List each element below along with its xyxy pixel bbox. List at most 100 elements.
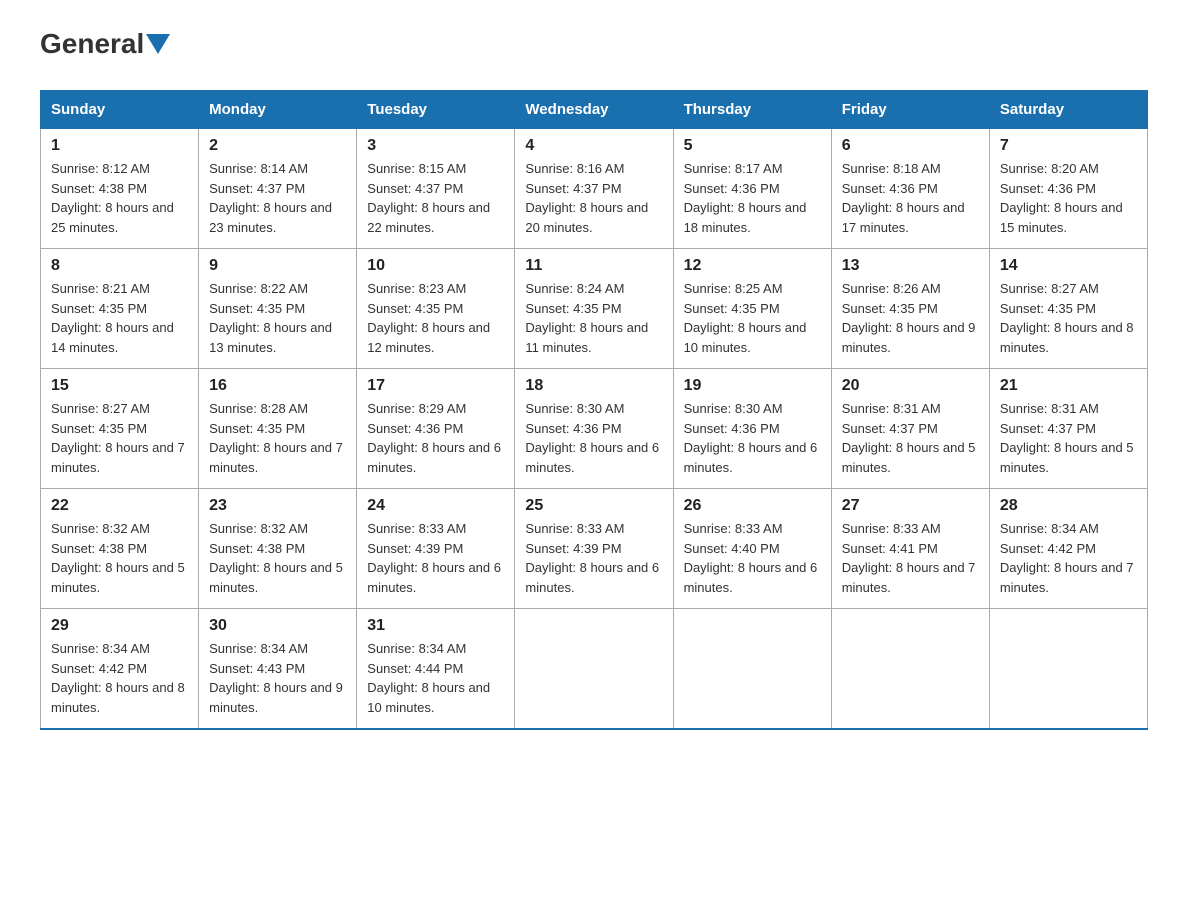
day-number: 19 xyxy=(684,377,821,395)
day-info: Sunrise: 8:27 AMSunset: 4:35 PMDaylight:… xyxy=(51,399,188,477)
col-saturday: Saturday xyxy=(989,91,1147,129)
day-number: 27 xyxy=(842,497,979,515)
day-number: 23 xyxy=(209,497,346,515)
calendar-cell: 8 Sunrise: 8:21 AMSunset: 4:35 PMDayligh… xyxy=(41,249,199,369)
day-number: 20 xyxy=(842,377,979,395)
calendar-week-4: 22 Sunrise: 8:32 AMSunset: 4:38 PMDaylig… xyxy=(41,489,1148,609)
day-info: Sunrise: 8:33 AMSunset: 4:39 PMDaylight:… xyxy=(525,519,662,597)
calendar-cell: 17 Sunrise: 8:29 AMSunset: 4:36 PMDaylig… xyxy=(357,369,515,489)
day-number: 17 xyxy=(367,377,504,395)
col-sunday: Sunday xyxy=(41,91,199,129)
calendar-cell: 19 Sunrise: 8:30 AMSunset: 4:36 PMDaylig… xyxy=(673,369,831,489)
day-info: Sunrise: 8:34 AMSunset: 4:42 PMDaylight:… xyxy=(51,639,188,717)
calendar-cell: 13 Sunrise: 8:26 AMSunset: 4:35 PMDaylig… xyxy=(831,249,989,369)
day-number: 9 xyxy=(209,257,346,275)
day-info: Sunrise: 8:29 AMSunset: 4:36 PMDaylight:… xyxy=(367,399,504,477)
calendar-week-1: 1 Sunrise: 8:12 AMSunset: 4:38 PMDayligh… xyxy=(41,129,1148,249)
calendar-cell: 29 Sunrise: 8:34 AMSunset: 4:42 PMDaylig… xyxy=(41,609,199,729)
day-number: 15 xyxy=(51,377,188,395)
calendar-cell: 9 Sunrise: 8:22 AMSunset: 4:35 PMDayligh… xyxy=(199,249,357,369)
calendar-cell: 30 Sunrise: 8:34 AMSunset: 4:43 PMDaylig… xyxy=(199,609,357,729)
day-number: 8 xyxy=(51,257,188,275)
day-info: Sunrise: 8:32 AMSunset: 4:38 PMDaylight:… xyxy=(209,519,346,597)
day-number: 28 xyxy=(1000,497,1137,515)
day-info: Sunrise: 8:20 AMSunset: 4:36 PMDaylight:… xyxy=(1000,159,1137,237)
calendar-cell: 11 Sunrise: 8:24 AMSunset: 4:35 PMDaylig… xyxy=(515,249,673,369)
calendar-cell xyxy=(673,609,831,729)
day-number: 22 xyxy=(51,497,188,515)
calendar-cell: 6 Sunrise: 8:18 AMSunset: 4:36 PMDayligh… xyxy=(831,129,989,249)
day-number: 16 xyxy=(209,377,346,395)
day-number: 18 xyxy=(525,377,662,395)
day-info: Sunrise: 8:33 AMSunset: 4:41 PMDaylight:… xyxy=(842,519,979,597)
day-number: 14 xyxy=(1000,257,1137,275)
calendar-cell: 4 Sunrise: 8:16 AMSunset: 4:37 PMDayligh… xyxy=(515,129,673,249)
day-number: 29 xyxy=(51,617,188,635)
calendar-week-5: 29 Sunrise: 8:34 AMSunset: 4:42 PMDaylig… xyxy=(41,609,1148,729)
calendar-cell xyxy=(515,609,673,729)
calendar-cell: 1 Sunrise: 8:12 AMSunset: 4:38 PMDayligh… xyxy=(41,129,199,249)
calendar-cell: 28 Sunrise: 8:34 AMSunset: 4:42 PMDaylig… xyxy=(989,489,1147,609)
day-info: Sunrise: 8:34 AMSunset: 4:43 PMDaylight:… xyxy=(209,639,346,717)
day-number: 31 xyxy=(367,617,504,635)
calendar-cell: 5 Sunrise: 8:17 AMSunset: 4:36 PMDayligh… xyxy=(673,129,831,249)
day-info: Sunrise: 8:17 AMSunset: 4:36 PMDaylight:… xyxy=(684,159,821,237)
calendar-cell: 31 Sunrise: 8:34 AMSunset: 4:44 PMDaylig… xyxy=(357,609,515,729)
calendar-cell: 26 Sunrise: 8:33 AMSunset: 4:40 PMDaylig… xyxy=(673,489,831,609)
day-info: Sunrise: 8:30 AMSunset: 4:36 PMDaylight:… xyxy=(525,399,662,477)
calendar-cell: 25 Sunrise: 8:33 AMSunset: 4:39 PMDaylig… xyxy=(515,489,673,609)
day-number: 13 xyxy=(842,257,979,275)
calendar-cell: 27 Sunrise: 8:33 AMSunset: 4:41 PMDaylig… xyxy=(831,489,989,609)
day-info: Sunrise: 8:25 AMSunset: 4:35 PMDaylight:… xyxy=(684,279,821,357)
col-wednesday: Wednesday xyxy=(515,91,673,129)
calendar-cell: 10 Sunrise: 8:23 AMSunset: 4:35 PMDaylig… xyxy=(357,249,515,369)
calendar-cell: 21 Sunrise: 8:31 AMSunset: 4:37 PMDaylig… xyxy=(989,369,1147,489)
calendar-cell: 3 Sunrise: 8:15 AMSunset: 4:37 PMDayligh… xyxy=(357,129,515,249)
day-number: 7 xyxy=(1000,137,1137,155)
day-number: 26 xyxy=(684,497,821,515)
day-number: 3 xyxy=(367,137,504,155)
day-info: Sunrise: 8:14 AMSunset: 4:37 PMDaylight:… xyxy=(209,159,346,237)
day-number: 25 xyxy=(525,497,662,515)
day-info: Sunrise: 8:26 AMSunset: 4:35 PMDaylight:… xyxy=(842,279,979,357)
day-info: Sunrise: 8:28 AMSunset: 4:35 PMDaylight:… xyxy=(209,399,346,477)
calendar-cell: 18 Sunrise: 8:30 AMSunset: 4:36 PMDaylig… xyxy=(515,369,673,489)
logo: General xyxy=(40,30,172,60)
day-number: 24 xyxy=(367,497,504,515)
calendar-cell: 2 Sunrise: 8:14 AMSunset: 4:37 PMDayligh… xyxy=(199,129,357,249)
day-info: Sunrise: 8:23 AMSunset: 4:35 PMDaylight:… xyxy=(367,279,504,357)
day-info: Sunrise: 8:27 AMSunset: 4:35 PMDaylight:… xyxy=(1000,279,1137,357)
calendar-cell: 20 Sunrise: 8:31 AMSunset: 4:37 PMDaylig… xyxy=(831,369,989,489)
day-info: Sunrise: 8:33 AMSunset: 4:39 PMDaylight:… xyxy=(367,519,504,597)
day-info: Sunrise: 8:21 AMSunset: 4:35 PMDaylight:… xyxy=(51,279,188,357)
day-info: Sunrise: 8:15 AMSunset: 4:37 PMDaylight:… xyxy=(367,159,504,237)
col-thursday: Thursday xyxy=(673,91,831,129)
col-tuesday: Tuesday xyxy=(357,91,515,129)
day-number: 12 xyxy=(684,257,821,275)
calendar-week-3: 15 Sunrise: 8:27 AMSunset: 4:35 PMDaylig… xyxy=(41,369,1148,489)
calendar-cell: 22 Sunrise: 8:32 AMSunset: 4:38 PMDaylig… xyxy=(41,489,199,609)
page-header: General xyxy=(40,30,1148,60)
day-info: Sunrise: 8:34 AMSunset: 4:42 PMDaylight:… xyxy=(1000,519,1137,597)
calendar-header-row: Sunday Monday Tuesday Wednesday Thursday… xyxy=(41,91,1148,129)
calendar-cell: 12 Sunrise: 8:25 AMSunset: 4:35 PMDaylig… xyxy=(673,249,831,369)
day-info: Sunrise: 8:33 AMSunset: 4:40 PMDaylight:… xyxy=(684,519,821,597)
calendar-cell: 16 Sunrise: 8:28 AMSunset: 4:35 PMDaylig… xyxy=(199,369,357,489)
day-number: 2 xyxy=(209,137,346,155)
day-number: 11 xyxy=(525,257,662,275)
day-info: Sunrise: 8:31 AMSunset: 4:37 PMDaylight:… xyxy=(842,399,979,477)
day-info: Sunrise: 8:34 AMSunset: 4:44 PMDaylight:… xyxy=(367,639,504,717)
calendar-cell xyxy=(831,609,989,729)
day-info: Sunrise: 8:22 AMSunset: 4:35 PMDaylight:… xyxy=(209,279,346,357)
day-number: 30 xyxy=(209,617,346,635)
calendar-cell: 23 Sunrise: 8:32 AMSunset: 4:38 PMDaylig… xyxy=(199,489,357,609)
calendar-cell: 15 Sunrise: 8:27 AMSunset: 4:35 PMDaylig… xyxy=(41,369,199,489)
logo-triangle-icon xyxy=(146,34,170,54)
day-info: Sunrise: 8:31 AMSunset: 4:37 PMDaylight:… xyxy=(1000,399,1137,477)
day-info: Sunrise: 8:12 AMSunset: 4:38 PMDaylight:… xyxy=(51,159,188,237)
calendar-week-2: 8 Sunrise: 8:21 AMSunset: 4:35 PMDayligh… xyxy=(41,249,1148,369)
day-number: 4 xyxy=(525,137,662,155)
day-info: Sunrise: 8:32 AMSunset: 4:38 PMDaylight:… xyxy=(51,519,188,597)
day-number: 5 xyxy=(684,137,821,155)
day-number: 10 xyxy=(367,257,504,275)
